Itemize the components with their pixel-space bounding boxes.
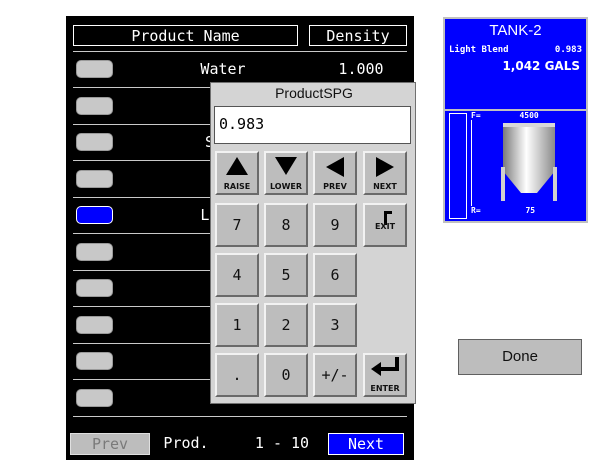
tank-full-label: F= bbox=[471, 111, 481, 120]
product-select-button[interactable] bbox=[76, 242, 113, 261]
key-8[interactable]: 8 bbox=[264, 203, 308, 247]
next-page-button[interactable]: Next bbox=[328, 433, 404, 455]
left-arrow-icon bbox=[326, 157, 344, 177]
enter-key-label: ENTER bbox=[370, 384, 400, 393]
keypad-value-display[interactable]: 0.983 bbox=[214, 106, 411, 144]
product-name: Water bbox=[200, 60, 246, 78]
enter-arrow-icon bbox=[371, 357, 399, 376]
raise-key-label: RAISE bbox=[223, 182, 251, 191]
keypad-title: ProductSPG bbox=[275, 85, 353, 101]
prod-label: Prod. bbox=[163, 434, 209, 452]
exit-key-label: EXIT bbox=[374, 222, 396, 231]
product-density: 1.000 bbox=[338, 60, 384, 78]
key-2[interactable]: 2 bbox=[264, 303, 308, 347]
tank-name: TANK-2 bbox=[489, 22, 542, 39]
level-scale-line bbox=[471, 120, 472, 206]
key-9[interactable]: 9 bbox=[313, 203, 357, 247]
key-sign[interactable]: +/- bbox=[313, 353, 357, 397]
product-select-button[interactable] bbox=[76, 96, 113, 115]
tank-spg: 0.983 bbox=[554, 45, 582, 55]
row-divider bbox=[73, 415, 407, 417]
product-name-header: Product Name bbox=[73, 25, 298, 46]
key-0[interactable]: 0 bbox=[264, 353, 308, 397]
product-select-button[interactable] bbox=[76, 352, 113, 370]
product-select-button[interactable] bbox=[76, 206, 113, 224]
key-7[interactable]: 7 bbox=[215, 203, 259, 247]
product-select-button[interactable] bbox=[76, 279, 113, 297]
key-1[interactable]: 1 bbox=[215, 303, 259, 347]
tank-level-bar bbox=[449, 113, 467, 219]
tank-status-panel[interactable]: TANK-2 Light Blend 0.983 1,042 GALS F= 4… bbox=[443, 17, 588, 223]
next-key-label: NEXT bbox=[373, 182, 397, 191]
done-button[interactable]: Done bbox=[458, 339, 582, 375]
product-select-button[interactable] bbox=[76, 315, 113, 334]
key-3[interactable]: 3 bbox=[313, 303, 357, 347]
right-arrow-icon bbox=[376, 157, 394, 177]
key-4[interactable]: 4 bbox=[215, 253, 259, 297]
raise-key[interactable]: RAISE bbox=[215, 151, 259, 195]
down-arrow-icon bbox=[275, 157, 297, 175]
product-select-button[interactable] bbox=[76, 169, 113, 188]
row-divider bbox=[73, 51, 407, 52]
up-arrow-icon bbox=[226, 157, 248, 175]
tank-product: Light Blend bbox=[449, 45, 509, 55]
tank-low-readout: R= 75 bbox=[471, 206, 535, 215]
product-select-button[interactable] bbox=[76, 133, 113, 151]
density-header: Density bbox=[309, 25, 407, 46]
key-6[interactable]: 6 bbox=[313, 253, 357, 297]
key-5[interactable]: 5 bbox=[264, 253, 308, 297]
prev-key[interactable]: PREV bbox=[313, 151, 357, 195]
numeric-keypad-dialog: ProductSPG 0.983 RAISE LOWER PREV NEXT 7… bbox=[210, 82, 416, 404]
exit-key[interactable]: EXIT bbox=[363, 203, 407, 247]
lower-key[interactable]: LOWER bbox=[264, 151, 308, 195]
enter-key[interactable]: ENTER bbox=[363, 353, 407, 397]
prev-page-button[interactable]: Prev bbox=[70, 433, 150, 455]
key-decimal[interactable]: . bbox=[215, 353, 259, 397]
page-range-text: 1 - 10 bbox=[254, 434, 310, 452]
lower-key-label: LOWER bbox=[269, 182, 303, 191]
product-select-button[interactable] bbox=[76, 388, 113, 407]
silo-tank-icon bbox=[501, 123, 557, 201]
prev-key-label: PREV bbox=[323, 182, 347, 191]
tank-low-label: R= bbox=[471, 206, 481, 215]
next-key[interactable]: NEXT bbox=[363, 151, 407, 195]
tank-volume: 1,042 GALS bbox=[502, 59, 580, 73]
tank-low-value: 75 bbox=[525, 206, 536, 215]
product-select-button[interactable] bbox=[76, 60, 113, 78]
hmi-screen: Product Name Density Water1.000MiSolvSlu… bbox=[0, 0, 615, 464]
